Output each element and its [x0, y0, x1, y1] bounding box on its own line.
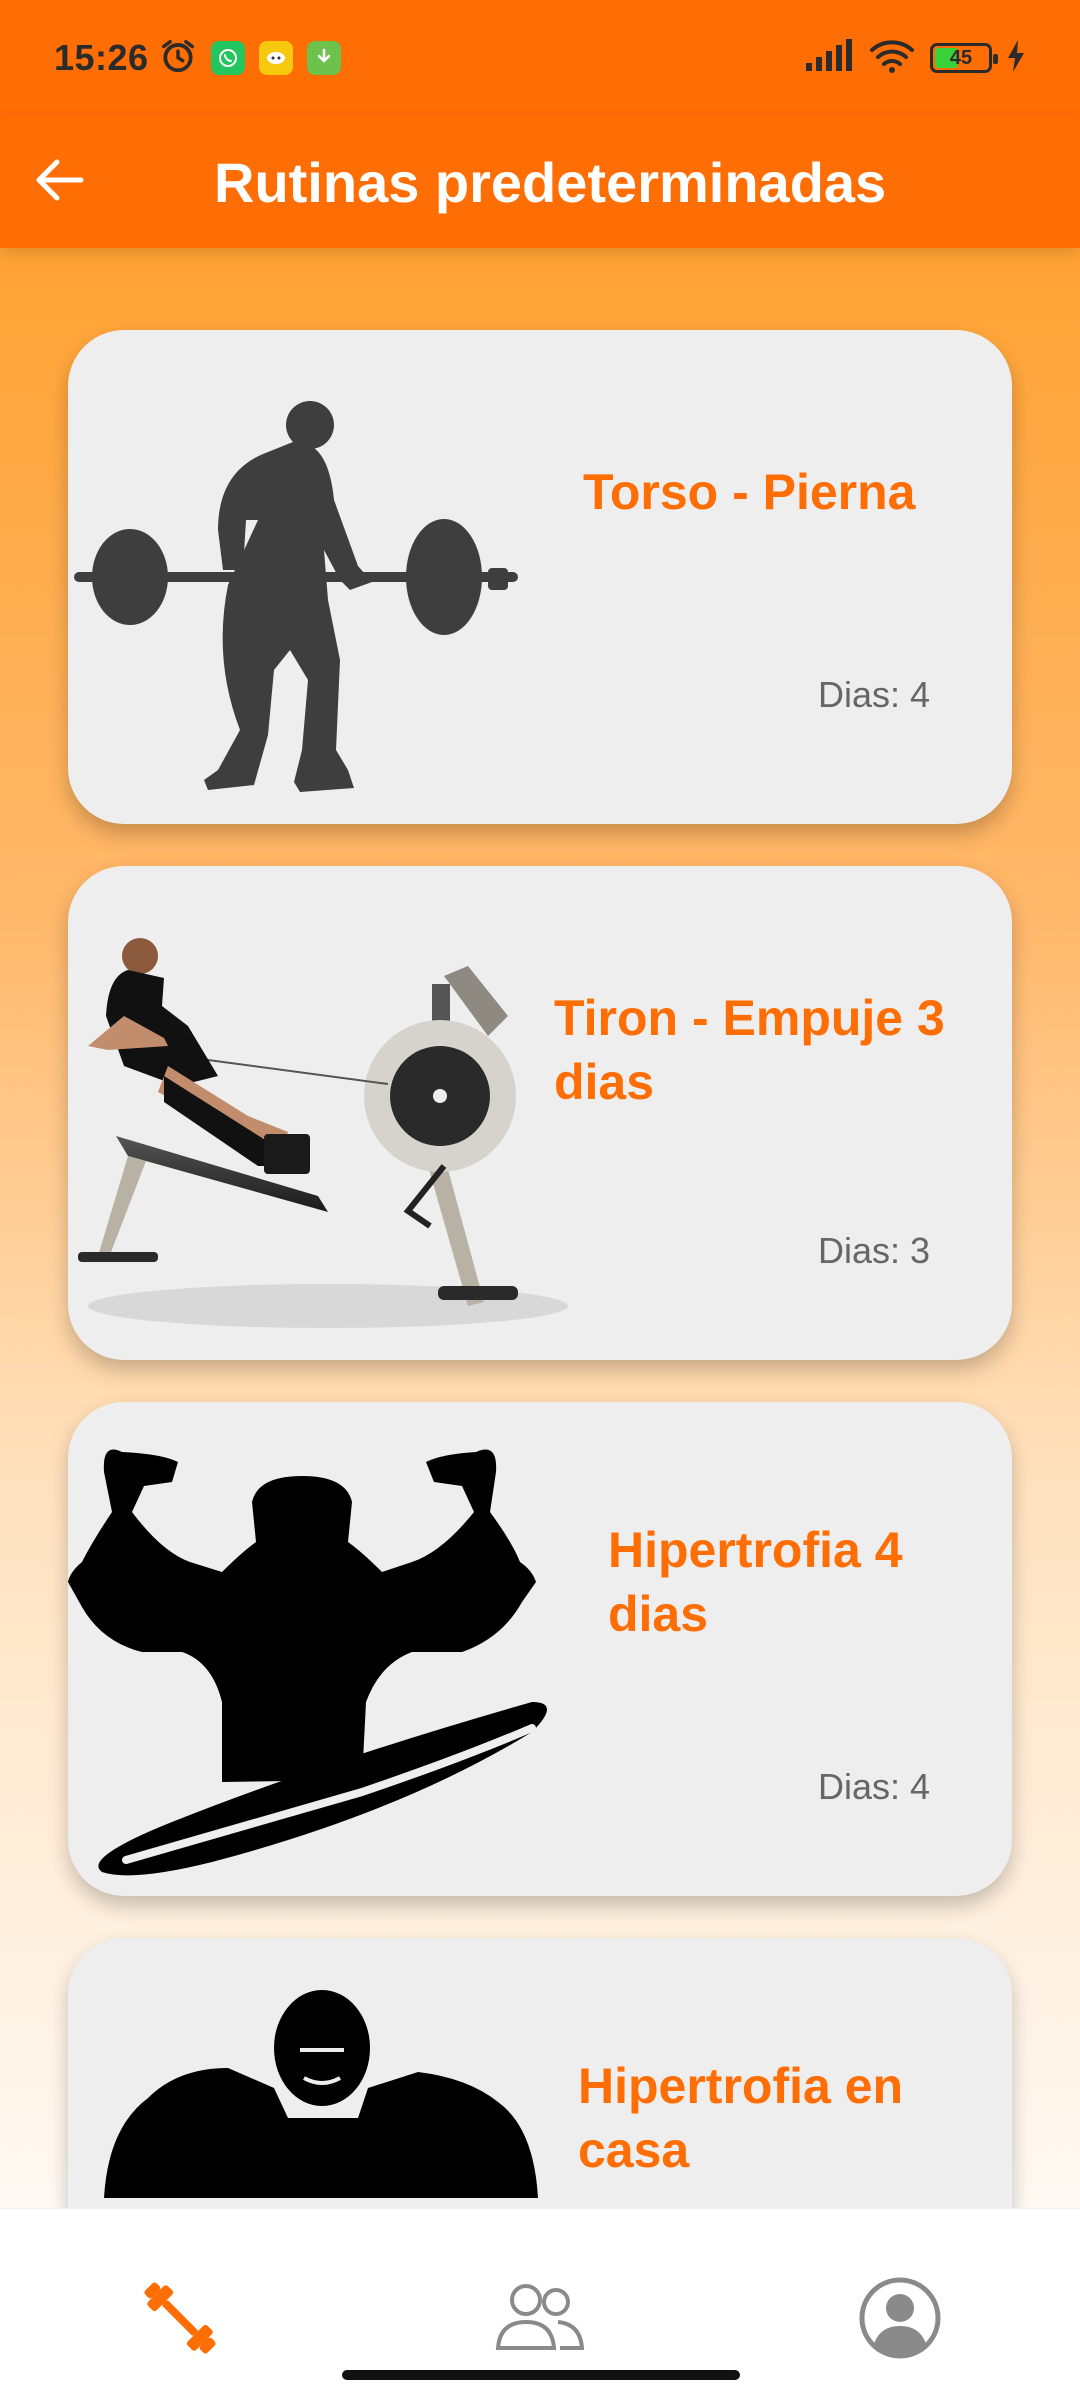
routine-list: Torso - Pierna Dias: 4 Tiron - Empuje 3 … [68, 330, 1012, 2400]
dumbbell-icon [132, 2270, 228, 2371]
download-icon [306, 41, 341, 75]
profile-icon [858, 2276, 942, 2365]
routine-days: Dias: 4 [817, 674, 930, 715]
routine-title: Hipertrofia 4 dias [608, 1522, 903, 1642]
barbell-lifter-image [74, 401, 518, 792]
app-bar: Rutinas predeterminadas [0, 116, 1080, 248]
chat-app-icon [258, 41, 293, 75]
people-icon [492, 2278, 588, 2363]
status-bar: 15:26 45 [0, 0, 1080, 116]
nav-community[interactable] [470, 2265, 610, 2375]
notification-icons [159, 37, 341, 80]
whatsapp-icon [210, 41, 245, 75]
rowing-machine-image [78, 938, 568, 1328]
status-time: 15:26 [54, 37, 149, 78]
back-button[interactable] [0, 116, 120, 248]
battery-icon: 45 [930, 43, 998, 73]
routine-card[interactable]: Tiron - Empuje 3 dias Dias: 3 [68, 866, 1012, 1360]
flexing-bodybuilder-image [68, 1449, 547, 1876]
nav-profile[interactable] [830, 2265, 970, 2375]
routine-card[interactable]: Torso - Pierna Dias: 4 [68, 330, 1012, 824]
arrow-left-icon [35, 158, 85, 207]
system-status-icons: 45 [804, 38, 1026, 79]
battery-percent: 45 [949, 46, 973, 69]
signal-icon [804, 38, 854, 78]
routine-title: Torso - Pierna [583, 464, 916, 520]
routine-title: Tiron - Empuje 3 dias [554, 990, 945, 1110]
gesture-bar[interactable] [342, 2370, 740, 2380]
charging-icon [1006, 39, 1026, 77]
wifi-icon [868, 38, 916, 79]
nav-routines[interactable] [110, 2265, 250, 2375]
alarm-icon [159, 37, 197, 80]
routine-card[interactable]: Hipertrofia 4 dias Dias: 4 [68, 1402, 1012, 1896]
routine-days: Dias: 3 [817, 1230, 930, 1271]
routine-title: Hipertrofia en casa [578, 2058, 904, 2178]
routine-days: Dias: 4 [817, 1766, 930, 1807]
page-title: Rutinas predeterminadas [214, 150, 887, 214]
